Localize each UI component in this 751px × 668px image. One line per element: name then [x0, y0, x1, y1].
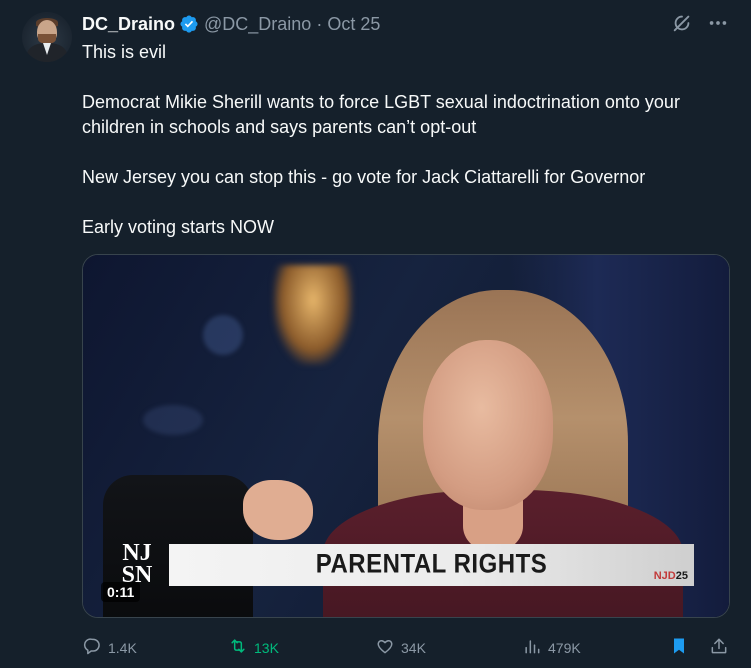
tweet-date[interactable]: Oct 25	[327, 14, 380, 35]
tweet-paragraph: Early voting starts NOW	[82, 217, 275, 237]
share-button[interactable]	[709, 636, 729, 659]
speaker-hand	[243, 480, 313, 540]
author-avatar[interactable]	[22, 12, 72, 62]
repost-icon	[228, 636, 248, 659]
tag-suffix: 25	[675, 570, 688, 582]
share-icon	[709, 636, 729, 659]
background-light	[143, 405, 203, 435]
like-icon	[375, 636, 395, 659]
reply-count: 1.4K	[108, 639, 137, 656]
more-options-icon[interactable]	[707, 12, 729, 34]
views-icon	[522, 636, 542, 659]
background-light	[203, 315, 243, 355]
bookmark-button[interactable]	[669, 636, 689, 659]
reply-button[interactable]: 1.4K	[82, 636, 137, 659]
tweet-paragraph: New Jersey you can stop this - go vote f…	[82, 167, 646, 187]
repost-button[interactable]: 13K	[228, 636, 279, 659]
date-separator: ·	[316, 13, 323, 34]
lower-third-banner: PARENTAL RIGHTS NJD25	[169, 544, 694, 586]
lower-third-tag: NJD25	[654, 570, 688, 582]
views-count: 479K	[548, 639, 581, 656]
author-name[interactable]: DC_Draino	[82, 14, 175, 35]
tweet-text: This is evil Democrat Mikie Sherill want…	[82, 40, 737, 240]
speaker-face	[423, 340, 553, 510]
grok-icon[interactable]	[671, 12, 693, 34]
bookmark-icon	[669, 636, 689, 659]
reply-icon	[82, 636, 102, 659]
verified-badge-icon[interactable]	[179, 14, 199, 34]
tweet-action-bar: 1.4K 13K 34K 479K	[82, 636, 730, 660]
repost-count: 13K	[254, 639, 279, 656]
tweet-paragraph: This is evil	[82, 42, 167, 62]
video-player[interactable]: NJ SN PARENTAL RIGHTS NJD25 0:11	[82, 254, 730, 618]
tweet-top-actions	[671, 12, 729, 34]
tweet-header: DC_Draino @DC_Draino · Oct 25	[82, 12, 380, 36]
tag-prefix: NJD	[653, 570, 676, 582]
logo-line: NJ	[122, 540, 152, 566]
like-button[interactable]: 34K	[375, 636, 426, 659]
tweet-card[interactable]: DC_Draino @DC_Draino · Oct 25 This is ev…	[0, 0, 751, 668]
tweet-paragraph: Democrat Mikie Sherill wants to force LG…	[82, 92, 680, 137]
like-count: 34K	[401, 639, 426, 656]
lower-third-text: PARENTAL RIGHTS	[315, 549, 548, 580]
views-button[interactable]: 479K	[522, 636, 581, 659]
capitol-dome	[273, 265, 353, 365]
video-duration: 0:11	[101, 582, 141, 602]
author-handle[interactable]: @DC_Draino	[204, 14, 311, 35]
